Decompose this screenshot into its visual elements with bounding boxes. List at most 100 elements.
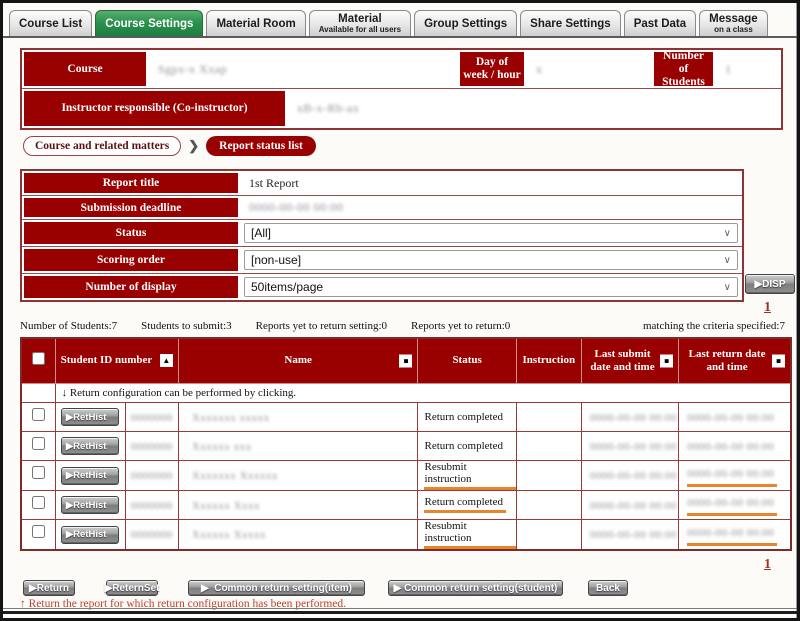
report-row: ▶RetHist 0000000 Xxxxxxx Xxxxxx Resubmit…: [21, 460, 791, 490]
header-name: Name ■: [178, 338, 418, 383]
last-submit-masked: 0000-00-00 00:00: [590, 529, 677, 541]
back-button[interactable]: Back: [588, 580, 628, 596]
instruction-cell: [516, 519, 581, 550]
report-status-table: Student ID number ▲ Name ■ Status Instru…: [20, 337, 792, 551]
tab-label: Material Room: [216, 18, 295, 30]
sort-icon[interactable]: ■: [660, 354, 673, 367]
status-text-underlined: Resubmit instruction: [424, 520, 515, 549]
tab-past-data[interactable]: Past Data: [624, 10, 696, 36]
instructor-label: Instructor responsible (Co-instructor): [22, 89, 287, 128]
row-checkbox[interactable]: [32, 408, 45, 421]
course-label: Course: [22, 50, 148, 88]
return-set-button[interactable]: ▶ReternSet: [106, 580, 158, 596]
status-select[interactable]: [All] ∨: [244, 223, 738, 243]
number-of-display-label: Number of display: [22, 274, 240, 300]
tab-message[interactable]: Message on a class: [699, 10, 768, 36]
page-number-link-top[interactable]: 1: [764, 300, 771, 316]
row-checkbox[interactable]: [32, 496, 45, 509]
header-instruction: Instruction: [516, 338, 581, 383]
last-return-masked: 0000-00-00 00:00: [687, 441, 774, 453]
bottom-divider: [3, 608, 797, 614]
tab-label: Course Settings: [105, 18, 193, 30]
tab-group-settings[interactable]: Group Settings: [414, 10, 517, 36]
student-id-masked: 0000000: [131, 441, 173, 453]
row-checkbox[interactable]: [32, 466, 45, 479]
common-return-setting-student-button[interactable]: ▶ Common return setting(student): [388, 580, 563, 596]
last-submit-masked: 0000-00-00 00:00: [590, 441, 677, 453]
tab-course-settings[interactable]: Course Settings: [95, 10, 203, 36]
page-number-link-bottom[interactable]: 1: [764, 557, 771, 573]
scoring-order-select[interactable]: [non-use] ∨: [244, 250, 738, 270]
breadcrumb-course-related[interactable]: Course and related matters: [23, 136, 181, 156]
tab-share-settings[interactable]: Share Settings: [520, 10, 621, 36]
matching-count: matching the criteria specified:7: [643, 320, 785, 332]
action-bar: ▶Return ▶ReternSet ▶ Common return setti…: [23, 580, 628, 596]
sort-asc-icon[interactable]: ▲: [160, 354, 173, 367]
return-button[interactable]: ▶Return: [23, 580, 75, 596]
tab-label: Share Settings: [530, 18, 611, 30]
tab-material[interactable]: Material Available for all users: [309, 10, 411, 36]
report-title-value: 1st Report: [240, 171, 742, 195]
header-status: Status: [418, 338, 516, 383]
tab-sublabel: Available for all users: [319, 25, 401, 34]
sort-icon[interactable]: ■: [772, 354, 785, 367]
list-summary: Number of Students:7 Students to submit:…: [20, 320, 785, 332]
student-name-masked[interactable]: Xxxxxx Xxxx: [192, 500, 260, 512]
status-text: Return completed: [424, 411, 503, 423]
course-info-table: Course Sgpx-x Xxap Day of week / hour x …: [20, 48, 783, 130]
tab-material-room[interactable]: Material Room: [206, 10, 305, 36]
filter-table: Report title 1st Report Submission deadl…: [20, 169, 744, 302]
students-to-submit: Students to submit:3: [141, 320, 231, 332]
day-of-week-label: Day of week / hour: [458, 50, 526, 88]
last-return-masked: 0000-00-00 00:00: [687, 412, 774, 424]
row-checkbox[interactable]: [32, 525, 45, 538]
instructor-value: xB-x-Rb-ax: [287, 89, 781, 128]
student-name-masked[interactable]: Xxxxxx xxx: [192, 441, 252, 453]
number-of-display-select[interactable]: 50items/page ∨: [244, 277, 738, 297]
rethist-button[interactable]: ▶RetHist: [61, 496, 119, 514]
scoring-order-label: Scoring order: [22, 247, 240, 273]
tab-label: Past Data: [634, 18, 686, 30]
chevron-down-icon: ∨: [724, 282, 731, 293]
chevron-down-icon: ∨: [724, 228, 731, 239]
sort-icon[interactable]: ■: [399, 354, 412, 367]
students-count-label: Number of Students: [652, 50, 715, 88]
last-return-masked: 0000-00-00 00:00: [687, 468, 774, 480]
instruction-cell: [516, 490, 581, 519]
row-checkbox[interactable]: [32, 437, 45, 450]
reports-yet-return: Reports yet to return:0: [411, 320, 510, 332]
tab-label: Message: [709, 13, 758, 25]
number-of-display-select-value: 50items/page: [251, 280, 323, 294]
tab-label: Group Settings: [424, 18, 507, 30]
status-filter-label: Status: [22, 220, 240, 246]
student-id-masked: 0000000: [131, 529, 173, 541]
last-submit-masked: 0000-00-00 00:00: [590, 412, 677, 424]
rethist-button[interactable]: ▶RetHist: [61, 408, 119, 426]
header-last-return: Last return date and time ■: [679, 338, 791, 383]
student-name-masked[interactable]: Xxxxxxx xxxxx: [192, 412, 270, 424]
last-return-masked: 0000-00-00 00:00: [687, 497, 774, 509]
report-title-label: Report title: [22, 171, 240, 195]
note-spacer: [21, 383, 55, 402]
instruction-cell: [516, 402, 581, 431]
last-return-masked: 0000-00-00 00:00: [687, 527, 774, 539]
tab-label: Course List: [19, 18, 82, 30]
rethist-button[interactable]: ▶RetHist: [61, 467, 119, 485]
last-submit-masked: 0000-00-00 00:00: [590, 500, 677, 512]
tab-sublabel: on a class: [714, 25, 753, 34]
tab-course-list[interactable]: Course List: [9, 10, 92, 36]
rethist-button[interactable]: ▶RetHist: [61, 437, 119, 455]
common-return-setting-item-button[interactable]: ▶ Common return setting(item): [188, 580, 365, 596]
course-value: Sgpx-x Xxap: [148, 50, 458, 88]
scoring-order-select-value: [non-use]: [251, 253, 301, 267]
select-all-checkbox[interactable]: [32, 352, 45, 365]
breadcrumb-report-status-list: Report status list: [206, 136, 316, 156]
student-name-masked[interactable]: Xxxxxx Xxxxx: [192, 529, 266, 541]
disp-button[interactable]: ▶DISP: [745, 274, 795, 294]
reports-yet-return-setting: Reports yet to return setting:0: [256, 320, 387, 332]
rethist-button[interactable]: ▶RetHist: [61, 526, 119, 544]
student-name-masked[interactable]: Xxxxxxx Xxxxxx: [192, 470, 278, 482]
student-id-masked: 0000000: [131, 470, 173, 482]
last-submit-masked: 0000-00-00 00:00: [590, 470, 677, 482]
header-last-submit: Last submit date and time ■: [581, 338, 678, 383]
